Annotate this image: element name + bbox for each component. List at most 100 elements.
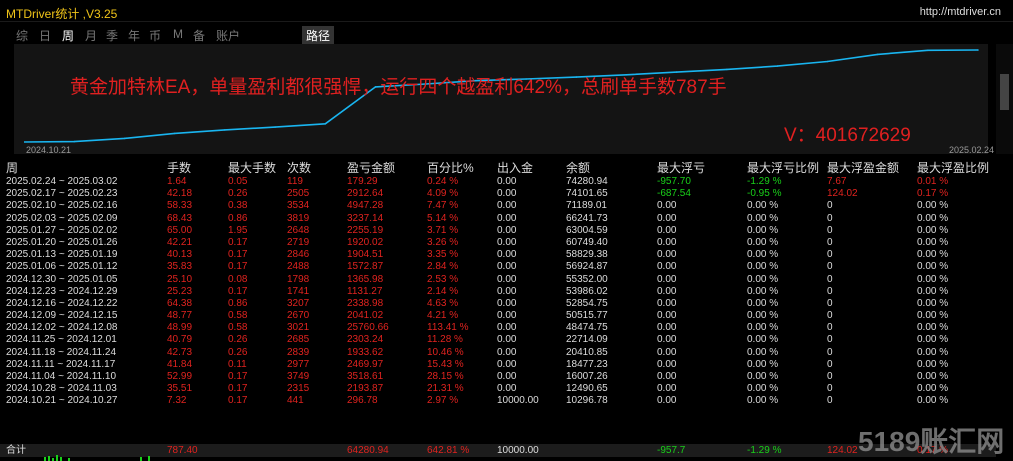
equity-point xyxy=(876,53,879,56)
cell-max-floating-profit: 0 xyxy=(827,273,833,285)
cell-balance: 22714.09 xyxy=(566,334,608,346)
cell-week: 2024.11.25 ~ 2024.12.01 xyxy=(6,334,117,346)
cell-balance: 53986.02 xyxy=(566,285,608,297)
header-balance[interactable]: 余额 xyxy=(566,160,590,176)
cell-max-lots: 0.26 xyxy=(228,334,248,346)
cell-max-floating-profit-pct: 0.00 % xyxy=(917,358,949,370)
equity-chart: 黄金加特林EA，单量盈利都很强悍，运行四个越盈利642%，总刷单手数787手 V… xyxy=(14,44,994,155)
cell-profit-loss: 2193.87 xyxy=(347,383,384,395)
header-percent[interactable]: 百分比% xyxy=(427,160,474,176)
tab-overview[interactable]: 综 xyxy=(16,27,28,44)
chart-scrollbar[interactable] xyxy=(996,44,1013,154)
cell-max-floating-profit-pct: 0.00 % xyxy=(917,200,949,212)
tab-day[interactable]: 日 xyxy=(39,27,51,44)
cell-week: 2024.10.28 ~ 2024.11.03 xyxy=(6,383,117,395)
cell-trade-count: 2846 xyxy=(287,249,310,261)
cell-profit-loss: 25760.66 xyxy=(347,322,389,334)
cell-trade-count: 3819 xyxy=(287,212,310,224)
cell-profit-loss: 179.29 xyxy=(347,176,378,187)
cell-deposit-withdraw: 0.00 xyxy=(497,358,517,370)
cell-max-floating-profit: 7.67 xyxy=(827,176,847,187)
window-title: MTDriver统计 ,V3.25 xyxy=(6,7,118,21)
scrollbar-thumb[interactable] xyxy=(1000,74,1009,110)
total-profit-loss: 64280.94 xyxy=(347,445,389,456)
website-link[interactable]: http://mtdriver.cn xyxy=(920,6,1001,18)
tab-quarter[interactable]: 季 xyxy=(106,27,118,44)
tab-month[interactable]: 月 xyxy=(85,27,97,44)
cell-percent: 2.84 % xyxy=(427,261,459,273)
cell-profit-loss: 1572.87 xyxy=(347,261,384,273)
header-trade-count[interactable]: 次数 xyxy=(287,160,311,176)
cell-max-lots: 0.58 xyxy=(228,310,248,322)
table-row: 2024.12.23 ~ 2024.12.29 25.23 0.17 1741 1131… xyxy=(0,286,996,298)
header-max-floating-loss[interactable]: 最大浮亏 xyxy=(657,160,705,176)
header-week[interactable]: 周 xyxy=(6,160,18,176)
cell-trade-count: 1798 xyxy=(287,273,310,285)
tab-week[interactable]: 周 xyxy=(62,27,74,44)
cell-profit-loss: 1131.27 xyxy=(347,285,383,297)
cell-max-lots: 0.17 xyxy=(228,383,248,395)
cell-max-floating-loss: 0.00 xyxy=(657,371,677,382)
header-max-lots[interactable]: 最大手数 xyxy=(228,160,276,176)
cell-week: 2025.01.06 ~ 2025.01.12 xyxy=(6,261,118,273)
cell-max-lots: 0.11 xyxy=(228,358,247,370)
cell-profit-loss: 296.78 xyxy=(347,395,378,407)
cell-max-lots: 0.38 xyxy=(228,200,248,212)
cell-max-floating-profit: 0 xyxy=(827,297,833,309)
header-max-floating-profit[interactable]: 最大浮盈金额 xyxy=(827,160,899,176)
cell-max-floating-loss: 0.00 xyxy=(657,297,677,309)
cell-deposit-withdraw: 0.00 xyxy=(497,224,517,236)
header-lots[interactable]: 手数 xyxy=(167,160,191,176)
tab-magic[interactable]: M xyxy=(173,27,183,41)
cell-max-floating-profit-pct: 0.00 % xyxy=(917,249,949,261)
table-row: 2024.11.04 ~ 2024.11.10 52.99 0.17 3749 3518… xyxy=(0,371,996,383)
cell-max-floating-loss: 0.00 xyxy=(657,224,677,236)
cell-week: 2025.01.13 ~ 2025.01.19 xyxy=(6,249,118,261)
header-deposit-withdraw[interactable]: 出入金 xyxy=(497,160,533,176)
cell-max-floating-profit: 0 xyxy=(827,200,833,212)
table-row: 2025.02.24 ~ 2025.03.02 1.64 0.05 119 179.29… xyxy=(0,176,996,188)
tab-path[interactable]: 路径 xyxy=(302,26,335,45)
table-row: 2024.12.30 ~ 2025.01.05 25.10 0.08 1798 1365… xyxy=(0,274,996,286)
table-row: 2025.01.27 ~ 2025.02.02 65.00 1.95 2648 2255… xyxy=(0,225,996,237)
cell-deposit-withdraw: 0.00 xyxy=(497,200,517,212)
cell-balance: 12490.65 xyxy=(566,383,608,395)
tab-account[interactable]: 账户 xyxy=(216,27,240,44)
cell-lots: 40.13 xyxy=(167,249,193,261)
cell-max-floating-loss: 0.00 xyxy=(657,310,677,322)
header-max-floating-profit-pct[interactable]: 最大浮盈比例 xyxy=(917,160,989,176)
total-deposit-withdraw: 10000.00 xyxy=(497,445,539,456)
cell-percent: 21.31 % xyxy=(427,383,464,395)
cell-trade-count: 2977 xyxy=(287,358,310,370)
cell-profit-loss: 3518.61 xyxy=(347,371,384,382)
cell-lots: 42.21 xyxy=(167,236,193,248)
cell-max-floating-loss: 0.00 xyxy=(657,383,677,395)
cell-percent: 0.24 % xyxy=(427,176,459,187)
cell-max-floating-loss: 0.00 xyxy=(657,285,677,297)
cell-max-floating-profit-pct: 0.00 % xyxy=(917,346,949,358)
header-max-floating-loss-pct[interactable]: 最大浮亏比例 xyxy=(747,160,819,176)
cell-profit-loss: 1365.98 xyxy=(347,273,384,285)
total-max-floating-profit: 124.02 xyxy=(827,445,858,456)
tab-year[interactable]: 年 xyxy=(128,27,140,44)
table-row: 2025.02.17 ~ 2025.02.23 42.18 0.26 2505 2912… xyxy=(0,188,996,200)
header-profit-loss[interactable]: 盈亏金额 xyxy=(347,160,395,176)
cell-max-floating-loss: 0.00 xyxy=(657,395,677,407)
cell-balance: 58829.38 xyxy=(566,249,608,261)
cell-max-lots: 0.08 xyxy=(228,273,248,285)
cell-percent: 3.71 % xyxy=(427,224,459,236)
cell-max-floating-loss: -957.70 xyxy=(657,176,691,187)
cell-percent: 5.14 % xyxy=(427,212,459,224)
tab-note[interactable]: 备 xyxy=(193,27,205,44)
tab-currency[interactable]: 币 xyxy=(149,27,161,44)
cell-lots: 41.84 xyxy=(167,358,193,370)
cell-max-floating-profit-pct: 0.00 % xyxy=(917,310,949,322)
cell-max-lots: 0.26 xyxy=(228,188,248,200)
cell-profit-loss: 4947.28 xyxy=(347,200,384,212)
cell-lots: 58.33 xyxy=(167,200,193,212)
cell-deposit-withdraw: 0.00 xyxy=(497,346,517,358)
bottom-volume-bars xyxy=(44,455,150,461)
cell-max-floating-loss: 0.00 xyxy=(657,346,677,358)
weekly-stats-table: 周 手数 最大手数 次数 盈亏金额 百分比% 出入金 余额 最大浮亏 最大浮亏比例 最大浮盈金额 最大… xyxy=(0,160,996,408)
table-row: 2024.11.25 ~ 2024.12.01 40.79 0.26 2685 2303… xyxy=(0,334,996,346)
